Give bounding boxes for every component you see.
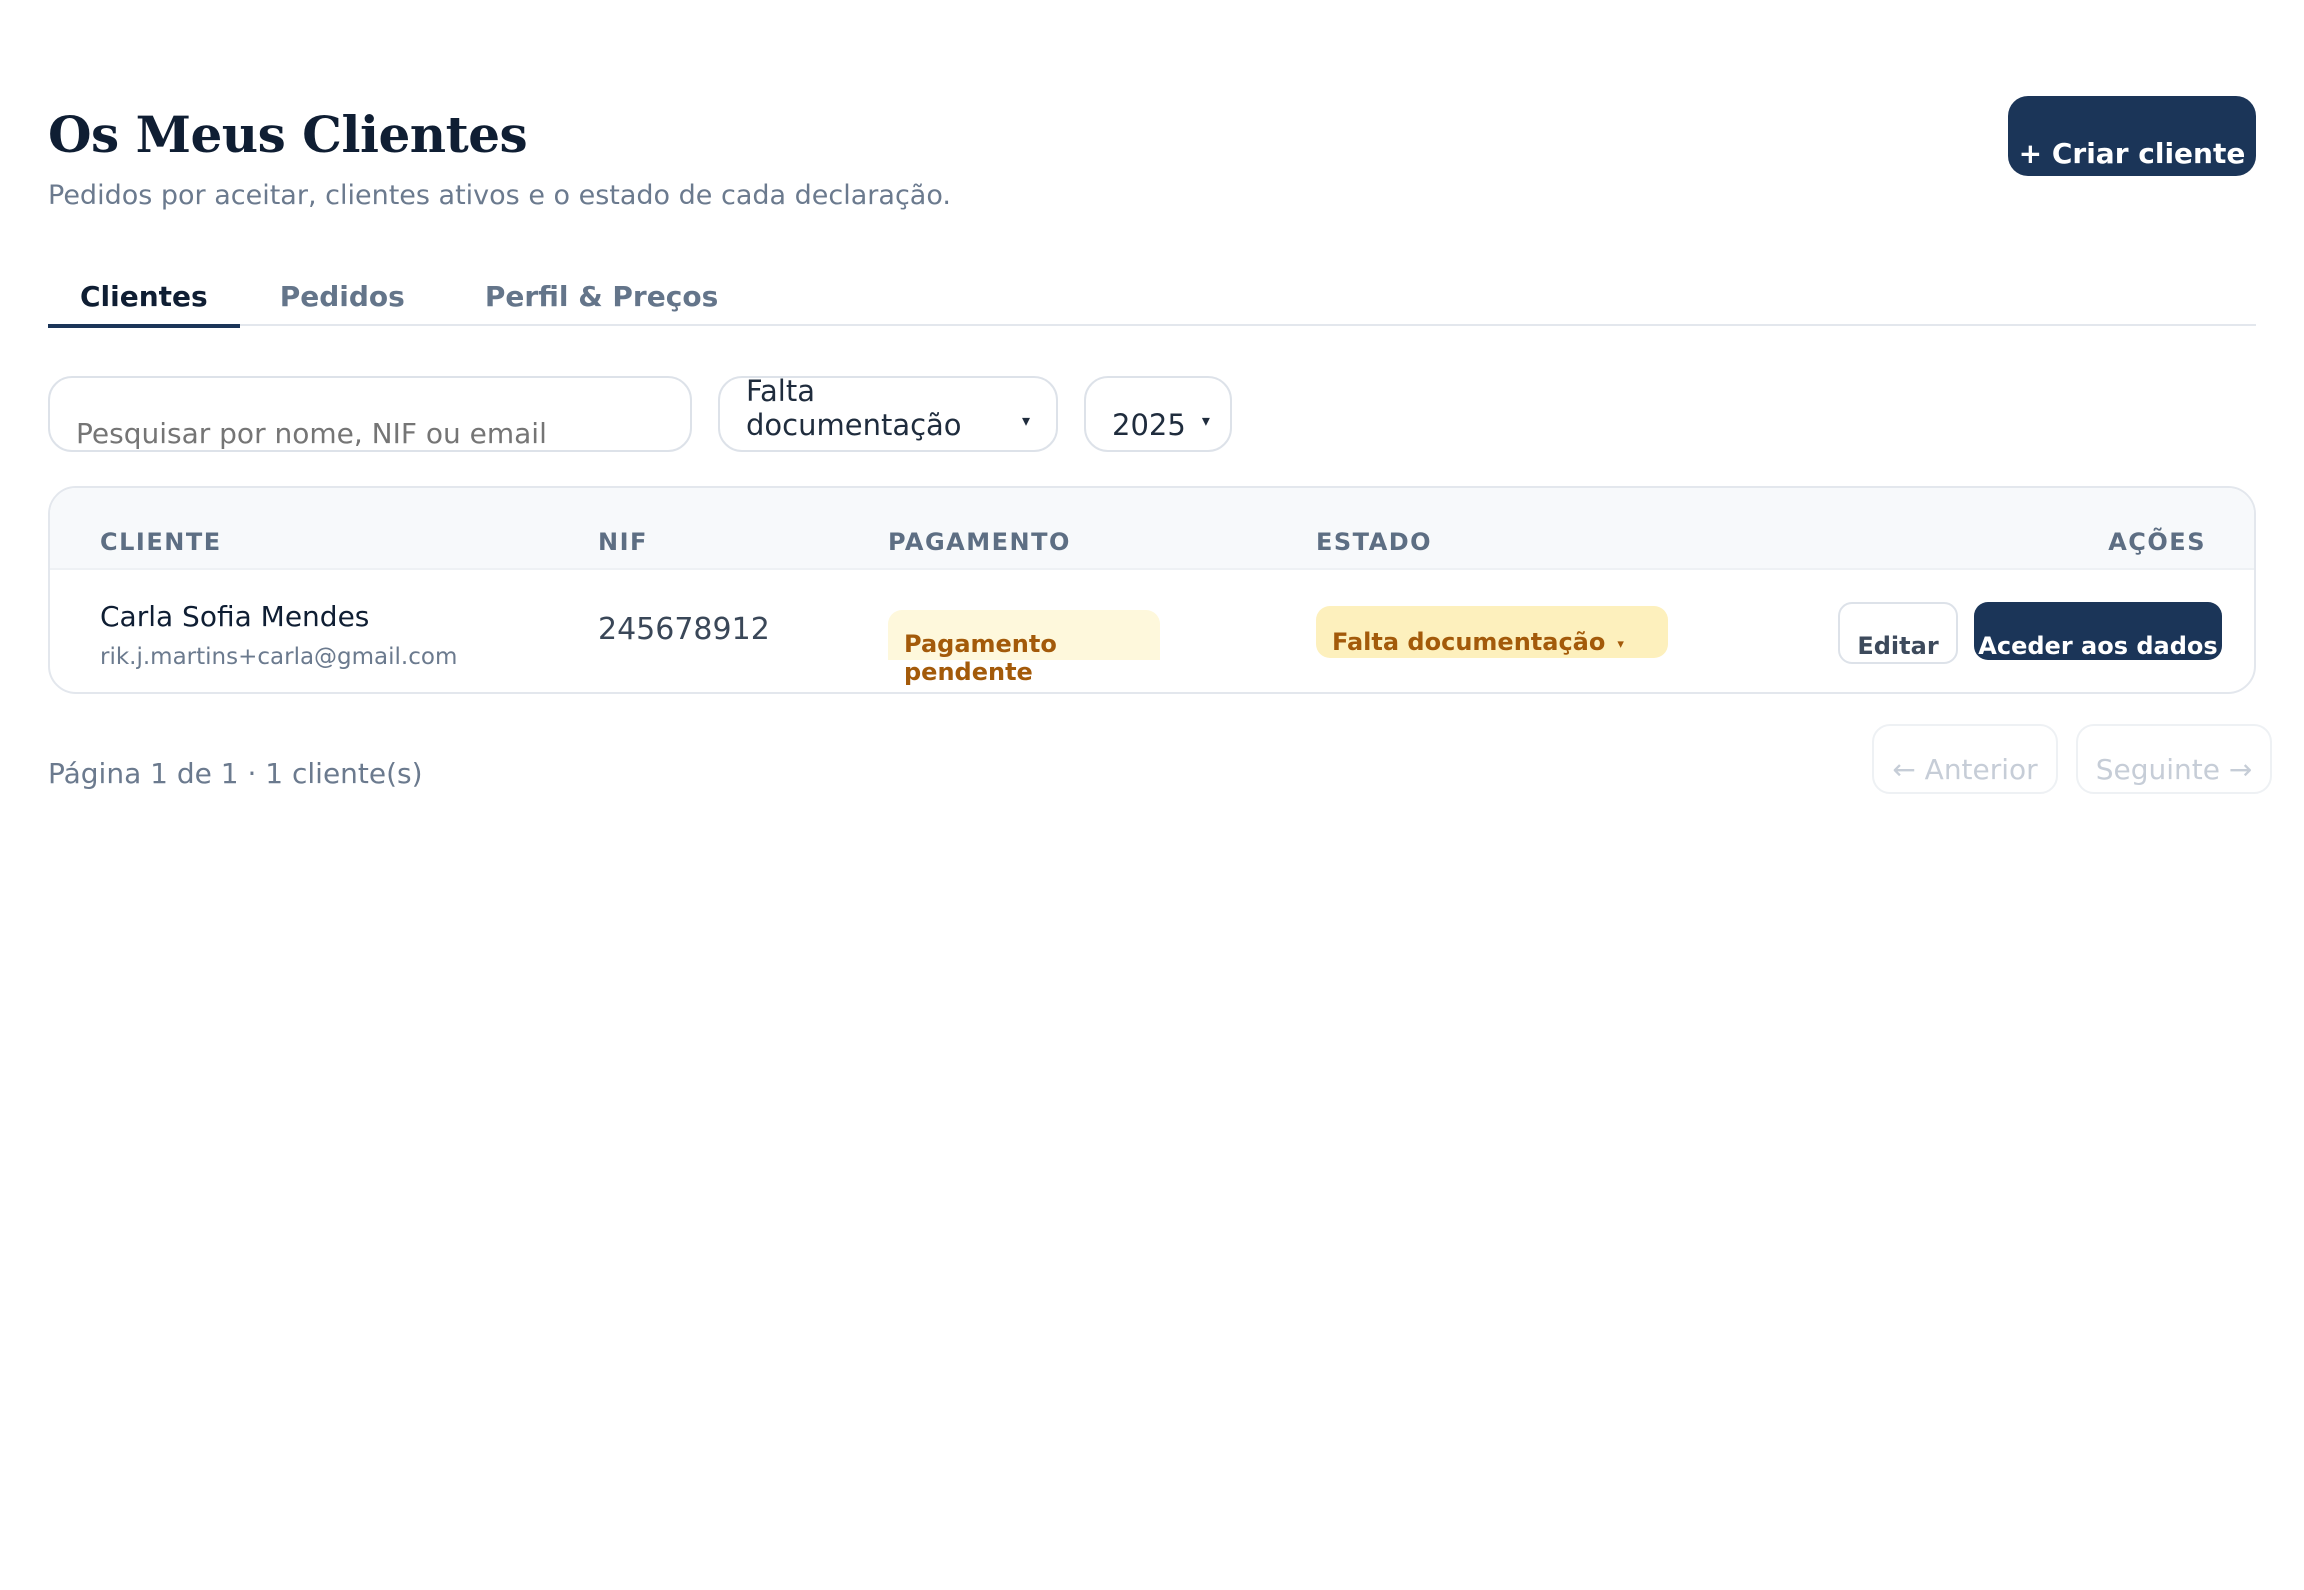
search-input[interactable] xyxy=(48,376,692,452)
next-page-button[interactable]: Seguinte → xyxy=(2076,724,2272,794)
chevron-down-icon: ▾ xyxy=(1617,637,1624,652)
year-filter-select[interactable]: 2025 ▾ xyxy=(1084,376,1232,452)
table-row: Carla Sofia Mendes rik.j.martins+carla@g… xyxy=(50,570,2254,692)
page-header: Os Meus Clientes Pedidos por aceitar, cl… xyxy=(48,96,2256,216)
edit-button[interactable]: Editar xyxy=(1838,602,1958,664)
column-header-cliente: CLIENTE xyxy=(100,528,222,556)
create-client-button[interactable]: + Criar cliente xyxy=(2008,96,2256,176)
client-name: Carla Sofia Mendes xyxy=(100,600,370,633)
status-badge-label: Falta documentação xyxy=(1332,628,1606,656)
client-email: rik.j.martins+carla@gmail.com xyxy=(100,644,458,670)
column-header-nif: NIF xyxy=(598,528,648,556)
previous-page-button[interactable]: ← Anterior xyxy=(1872,724,2058,794)
tab-bar: Clientes Pedidos Perfil & Preços xyxy=(48,268,2256,328)
client-nif: 245678912 xyxy=(598,612,770,647)
payment-status-badge: Pagamento pendente xyxy=(888,610,1160,686)
filters-bar: Falta documentação ▾ 2025 ▾ xyxy=(48,374,1232,452)
status-filter-select[interactable]: Falta documentação ▾ xyxy=(718,374,1058,452)
column-header-acoes: AÇÕES xyxy=(2108,528,2206,556)
clients-table: CLIENTE NIF PAGAMENTO ESTADO AÇÕES Carla… xyxy=(48,486,2256,694)
page-subtitle: Pedidos por aceitar, clientes ativos e o… xyxy=(48,180,951,211)
year-filter-value: 2025 xyxy=(1112,408,1186,442)
chevron-down-icon: ▾ xyxy=(1021,411,1030,430)
chevron-down-icon: ▾ xyxy=(1201,411,1210,430)
tab-perfil-precos[interactable]: Perfil & Preços xyxy=(445,268,758,326)
status-dropdown-badge[interactable]: Falta documentação ▾ xyxy=(1316,606,1668,658)
page-title: Os Meus Clientes xyxy=(48,105,528,164)
column-header-pagamento: PAGAMENTO xyxy=(888,528,1071,556)
status-filter-value: Falta documentação xyxy=(746,374,962,442)
table-header: CLIENTE NIF PAGAMENTO ESTADO AÇÕES xyxy=(50,488,2254,570)
access-data-button[interactable]: Aceder aos dados xyxy=(1974,602,2222,660)
tab-clientes[interactable]: Clientes xyxy=(48,268,240,328)
tab-pedidos[interactable]: Pedidos xyxy=(240,268,445,326)
column-header-estado: ESTADO xyxy=(1316,528,1433,556)
pagination-info: Página 1 de 1 · 1 cliente(s) xyxy=(48,757,423,790)
